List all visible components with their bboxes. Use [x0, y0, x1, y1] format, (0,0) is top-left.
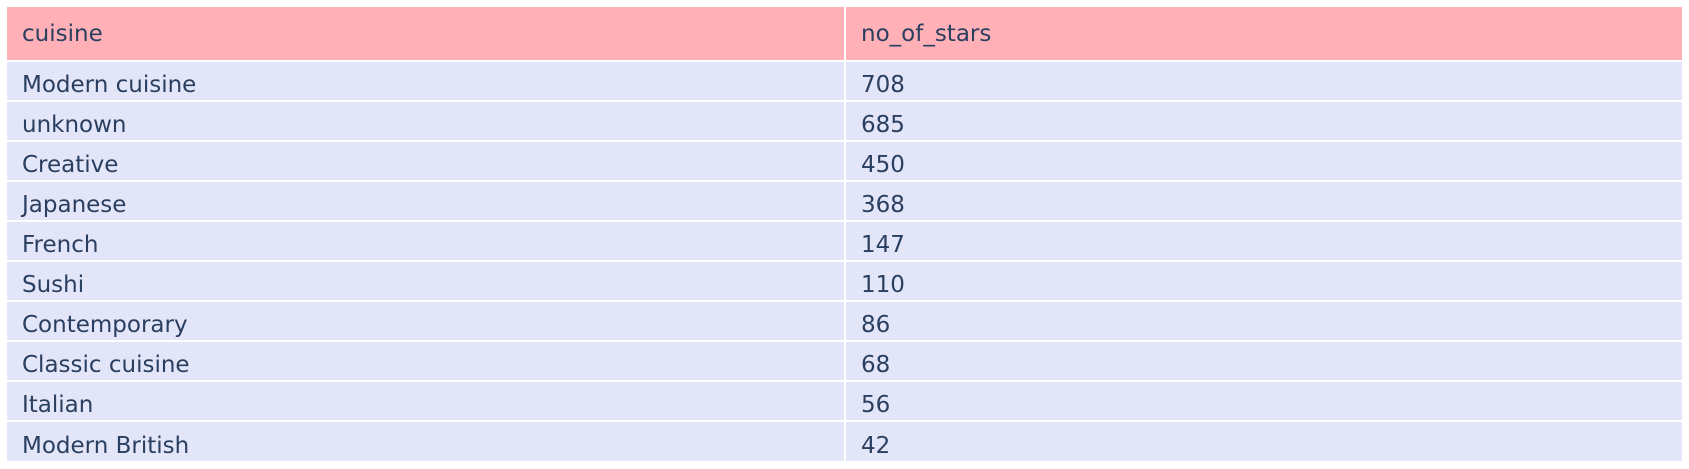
cell-cuisine: French: [7, 221, 846, 262]
cell-cuisine: Japanese: [7, 181, 846, 222]
table-row: Japanese 368: [7, 181, 1682, 222]
cell-cuisine: Italian: [7, 381, 846, 422]
cell-cuisine: Classic cuisine: [7, 341, 846, 382]
table-row: Italian 56: [7, 381, 1682, 422]
cell-no-of-stars: 110: [845, 261, 1682, 302]
cell-cuisine: unknown: [7, 101, 846, 142]
cell-no-of-stars: 86: [845, 301, 1682, 342]
table-header-row: cuisine no_of_stars: [7, 7, 1682, 62]
cell-no-of-stars: 368: [845, 181, 1682, 222]
cell-cuisine: Modern cuisine: [7, 61, 846, 102]
table-row: Contemporary 86: [7, 301, 1682, 342]
table-body: Modern cuisine 708 unknown 685 Creative 450 Ja…: [7, 61, 1682, 461]
table-row: Modern cuisine 708: [7, 61, 1682, 102]
data-table: cuisine no_of_stars Modern cuisine 708 unk…: [7, 7, 1682, 461]
column-header-cuisine: cuisine: [7, 7, 846, 62]
cell-no-of-stars: 147: [845, 221, 1682, 262]
table-row: Modern British 42: [7, 421, 1682, 461]
cell-no-of-stars: 450: [845, 141, 1682, 182]
cell-cuisine: Contemporary: [7, 301, 846, 342]
cell-cuisine: Modern British: [7, 421, 846, 461]
table-row: Sushi 110: [7, 261, 1682, 302]
cell-no-of-stars: 42: [845, 421, 1682, 461]
table-row: French 147: [7, 221, 1682, 262]
cell-no-of-stars: 56: [845, 381, 1682, 422]
table-row: Creative 450: [7, 141, 1682, 182]
cell-no-of-stars: 708: [845, 61, 1682, 102]
cell-no-of-stars: 68: [845, 341, 1682, 382]
data-table-container: cuisine no_of_stars Modern cuisine 708 unk…: [7, 7, 1682, 461]
cell-no-of-stars: 685: [845, 101, 1682, 142]
cell-cuisine: Creative: [7, 141, 846, 182]
table-row: unknown 685: [7, 101, 1682, 142]
cell-cuisine: Sushi: [7, 261, 846, 302]
table-row: Classic cuisine 68: [7, 341, 1682, 382]
column-header-no-of-stars: no_of_stars: [845, 7, 1682, 62]
